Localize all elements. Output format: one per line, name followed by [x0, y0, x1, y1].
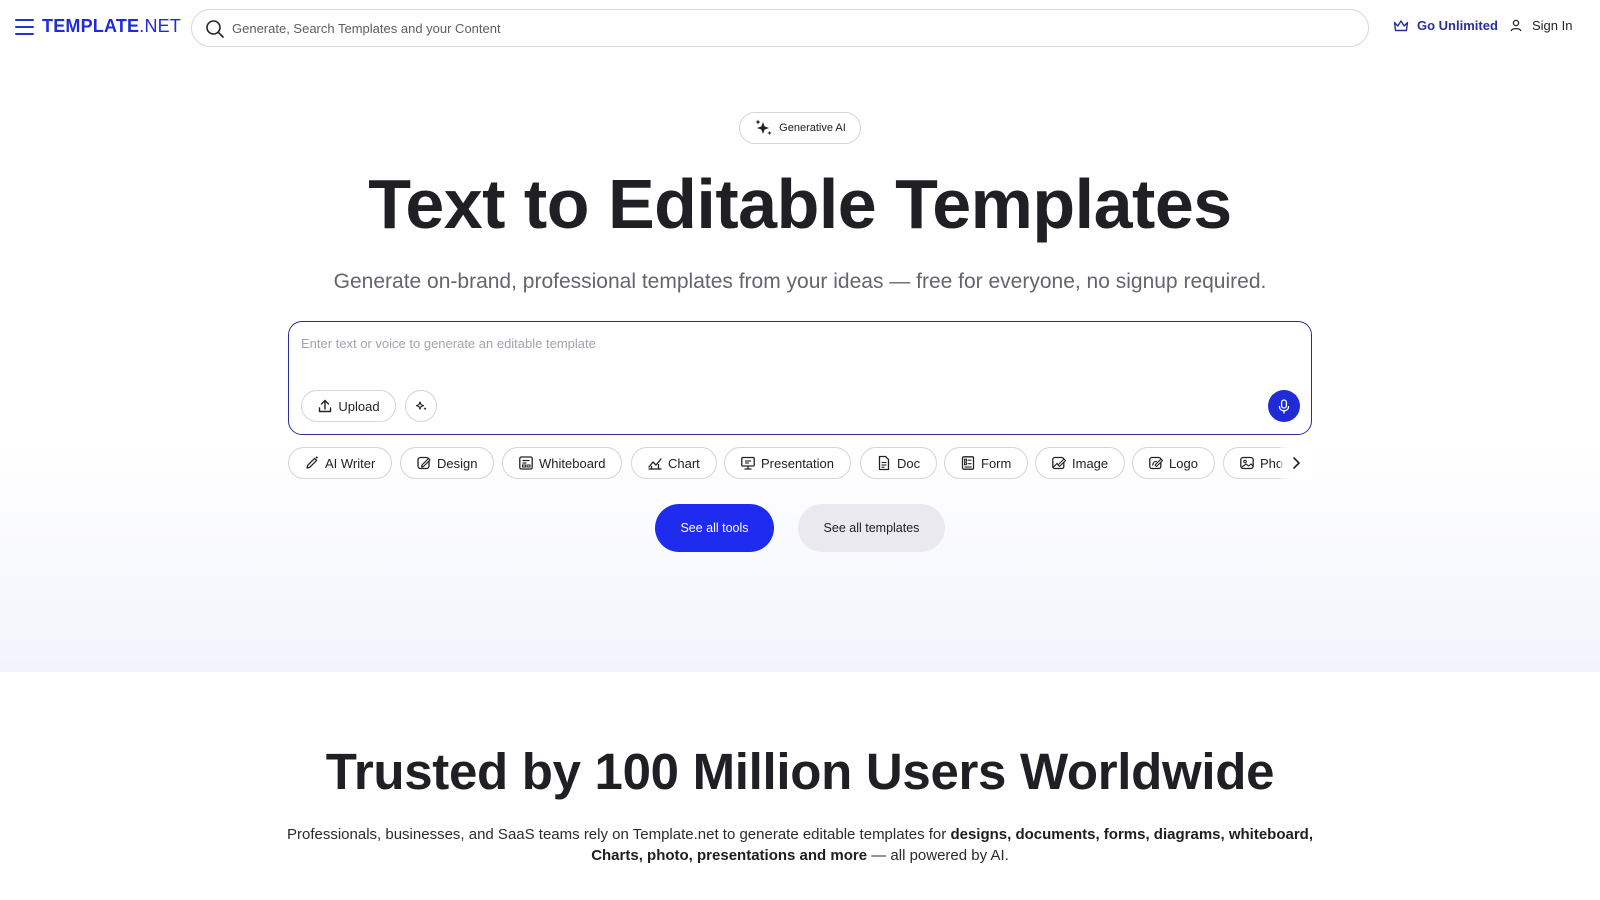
see-all-templates-button[interactable]: See all templates — [798, 504, 945, 552]
chip-label: Form — [981, 455, 1012, 471]
chart-icon — [648, 458, 662, 470]
whiteboard-icon — [519, 456, 533, 470]
crown-icon — [1393, 19, 1409, 31]
search-icon — [206, 20, 224, 38]
chip-doc[interactable]: Doc — [860, 447, 938, 479]
sparkle-wand-icon — [415, 401, 427, 411]
enhance-prompt-button[interactable] — [405, 390, 437, 422]
chip-label: Design — [437, 455, 478, 471]
generative-ai-badge: Generative AI — [739, 112, 861, 144]
trusted-desc-suffix: — all powered by AI. — [867, 847, 1009, 864]
chip-whiteboard[interactable]: Whiteboard — [502, 447, 623, 479]
hero-subtitle: Generate on-brand, professional template… — [333, 270, 1267, 293]
photo-icon — [1240, 456, 1254, 470]
doc-icon — [878, 455, 890, 471]
prompt-box: Upload — [288, 321, 1312, 435]
chip-logo[interactable]: Logo — [1132, 447, 1215, 479]
form-icon — [961, 456, 975, 470]
logo-icon — [1149, 456, 1164, 470]
search-bar[interactable] — [191, 9, 1369, 47]
see-all-tools-button[interactable]: See all tools — [655, 504, 774, 552]
trusted-desc-prefix: Professionals, businesses, and SaaS team… — [286, 826, 951, 843]
chip-label: Logo — [1169, 455, 1198, 471]
sparkles-icon — [755, 119, 772, 135]
upload-icon — [319, 399, 332, 413]
chip-chart[interactable]: Chart — [631, 447, 717, 479]
presentation-icon — [741, 456, 755, 470]
logo-text-bold: TEMPLATE — [42, 16, 140, 36]
hero-title: Text to Editable Templates — [368, 165, 1232, 243]
top-header: TEMPLATE.NET Go Unlimited Sign In — [0, 0, 1600, 56]
logo-text-light: .NET — [139, 16, 182, 36]
generative-ai-label: Generative AI — [779, 122, 846, 134]
upload-button[interactable]: Upload — [301, 390, 396, 422]
chevron-right-icon — [1293, 457, 1300, 469]
chip-form[interactable]: Form — [944, 447, 1029, 479]
go-unlimited-link[interactable]: Go Unlimited — [1393, 18, 1498, 33]
chip-label: Presentation — [761, 455, 834, 471]
chip-presentation[interactable]: Presentation — [724, 447, 851, 479]
chip-design[interactable]: Design — [400, 447, 495, 479]
site-logo[interactable]: TEMPLATE.NET — [42, 16, 181, 37]
chip-label: Image — [1072, 455, 1109, 471]
menu-icon[interactable] — [15, 19, 34, 35]
design-icon — [417, 456, 431, 470]
voice-input-button[interactable] — [1268, 390, 1300, 422]
chip-label: AI Writer — [325, 455, 376, 471]
upload-label: Upload — [338, 398, 380, 414]
microphone-icon — [1278, 398, 1290, 414]
chip-label: Chart — [668, 455, 700, 471]
user-icon — [1510, 19, 1522, 32]
search-input[interactable] — [232, 10, 1352, 46]
sign-in-label: Sign In — [1532, 18, 1573, 33]
image-icon — [1052, 456, 1067, 470]
chip-label: Whiteboard — [539, 455, 606, 471]
chip-image[interactable]: Image — [1035, 447, 1126, 479]
prompt-input[interactable] — [301, 332, 1291, 354]
chips-scroll-next-button[interactable] — [1280, 447, 1312, 479]
chip-label: Doc — [897, 455, 921, 471]
tool-chips-row: AI Writer Design Whiteboard Chart Presen… — [288, 447, 1312, 479]
trusted-title: Trusted by 100 Million Users Worldwide — [325, 743, 1275, 800]
pen-sparkle-icon — [306, 455, 319, 469]
sign-in-link[interactable]: Sign In — [1510, 18, 1572, 33]
chip-ai-writer[interactable]: AI Writer — [288, 447, 393, 479]
trusted-description: Professionals, businesses, and SaaS team… — [270, 824, 1330, 866]
go-unlimited-label: Go Unlimited — [1417, 18, 1498, 33]
